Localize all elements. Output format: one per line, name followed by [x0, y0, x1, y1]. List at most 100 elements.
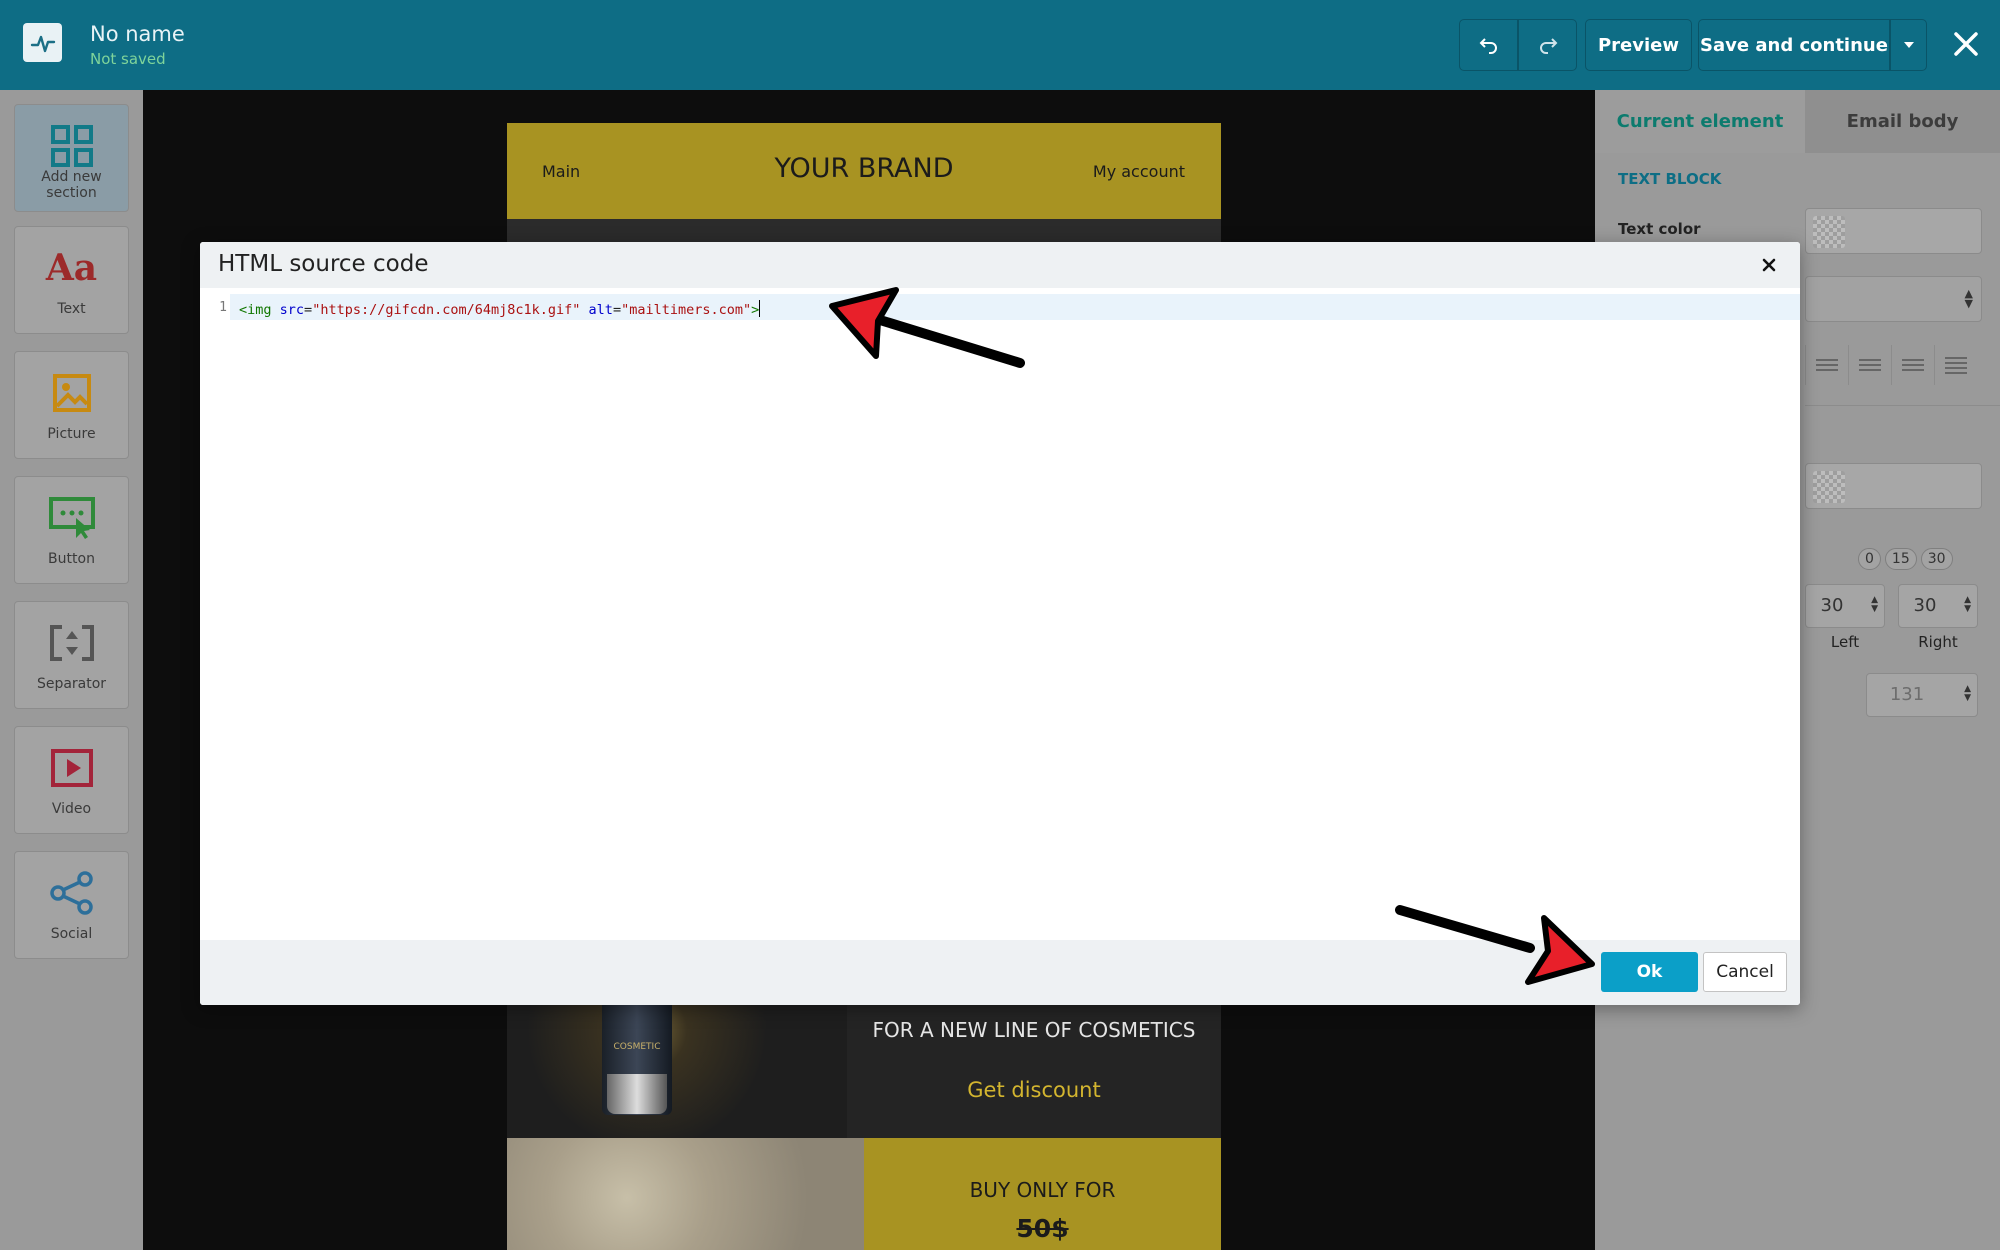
- sidebar-item-social[interactable]: Social: [14, 851, 129, 959]
- align-justify-icon: [1945, 357, 1967, 374]
- promo-title[interactable]: FOR A NEW LINE OF COSMETICS: [847, 1018, 1221, 1042]
- text-cursor: [759, 300, 761, 317]
- line-number: 1: [219, 300, 227, 315]
- align-justify-button[interactable]: [1934, 345, 1977, 385]
- transparent-swatch: [1813, 471, 1845, 503]
- padding-presets: 0 15 30: [1858, 548, 1953, 570]
- code-token-eq: =: [304, 302, 313, 318]
- sidebar-item-separator[interactable]: Separator: [14, 601, 129, 709]
- tab-current-element[interactable]: Current element: [1595, 90, 1805, 153]
- close-icon: [1954, 32, 1978, 56]
- close-icon: [1762, 258, 1776, 272]
- stepper-arrows-icon[interactable]: ▲ ▼: [1871, 596, 1878, 614]
- undo-icon: [1479, 38, 1497, 54]
- padding-right-label: Right: [1918, 633, 1958, 651]
- code-text[interactable]: <img src="https://gifcdn.com/64mj8c1k.gi…: [239, 300, 761, 318]
- dialog-footer: Ok Cancel: [200, 940, 1800, 1005]
- tab-email-body[interactable]: Email body: [1805, 90, 2000, 153]
- sidebar-item-text[interactable]: Aa Text: [14, 226, 129, 334]
- button-icon: [15, 495, 128, 541]
- panel-divider: [1805, 405, 2000, 406]
- height-value: 131: [1889, 684, 1925, 705]
- sidebar-item-label: Separator: [36, 676, 107, 692]
- align-left-icon: [1816, 359, 1838, 371]
- cancel-button[interactable]: Cancel: [1703, 952, 1787, 992]
- stepper-arrows-icon[interactable]: ▲ ▼: [1964, 685, 1971, 703]
- close-editor-button[interactable]: [1946, 24, 1986, 64]
- share-icon: [15, 870, 128, 916]
- code-token-attr: alt: [588, 302, 613, 318]
- align-right-icon: [1902, 359, 1924, 371]
- dialog-close-button[interactable]: [1756, 252, 1782, 278]
- redo-icon: [1539, 38, 1557, 54]
- sidebar-item-label: Picture: [47, 426, 96, 442]
- padding-preset-0[interactable]: 0: [1858, 548, 1881, 570]
- height-stepper[interactable]: 131 ▲ ▼: [1866, 673, 1978, 717]
- align-center-button[interactable]: [1848, 345, 1891, 385]
- section-title: TEXT BLOCK: [1618, 170, 1722, 188]
- code-token-eq: =: [612, 302, 622, 318]
- blocks-sidebar: Add new section Aa Text Picture Button S…: [0, 90, 143, 1250]
- code-editor[interactable]: 1 <img src="https://gifcdn.com/64mj8c1k.…: [200, 288, 1800, 940]
- offer-image[interactable]: [507, 1138, 864, 1250]
- line-gutter: 1: [200, 288, 230, 940]
- promo-image[interactable]: COSMETIC: [507, 1000, 847, 1138]
- offer-block[interactable]: BUY ONLY FOR 50$: [864, 1138, 1221, 1250]
- sidebar-item-label: Add new section: [41, 169, 102, 201]
- padding-right-stepper[interactable]: 30 ▲ ▼: [1898, 584, 1978, 628]
- padding-preset-30[interactable]: 30: [1920, 548, 1953, 570]
- stepper-arrows-icon[interactable]: ▲ ▼: [1964, 596, 1971, 614]
- save-status: Not saved: [90, 50, 166, 68]
- picture-icon: [15, 370, 128, 416]
- code-token-attr: src: [279, 302, 305, 318]
- save-options-dropdown[interactable]: [1890, 19, 1927, 71]
- redo-button[interactable]: [1518, 19, 1577, 71]
- align-left-button[interactable]: [1805, 345, 1848, 385]
- grid-icon: [15, 123, 128, 169]
- background-color-picker[interactable]: [1805, 463, 1982, 509]
- email-promo-block[interactable]: COSMETIC FOR A NEW LINE OF COSMETICS Get…: [507, 1000, 1221, 1138]
- offer-price[interactable]: 50$: [864, 1214, 1221, 1243]
- promo-discount-link[interactable]: Get discount: [847, 1078, 1221, 1102]
- separator-icon: [15, 620, 128, 666]
- sidebar-item-label: Button: [48, 551, 95, 567]
- padding-right-value: 30: [1913, 595, 1937, 616]
- align-right-button[interactable]: [1891, 345, 1934, 385]
- padding-left-value: 30: [1820, 595, 1844, 616]
- alignment-group: [1805, 345, 1985, 385]
- code-token-string: "mailtimers.com": [621, 302, 752, 318]
- sidebar-item-video[interactable]: Video: [14, 726, 129, 834]
- chevron-down-icon: [1903, 42, 1914, 48]
- code-token-string: "https://gifcdn.com/64mj8c1k.gif": [312, 302, 581, 318]
- code-token-tag: >: [751, 302, 760, 318]
- email-header-block[interactable]: Main YOUR BRAND My account: [507, 123, 1221, 219]
- code-token-tag: <img: [239, 302, 272, 318]
- active-code-line[interactable]: <img src="https://gifcdn.com/64mj8c1k.gi…: [230, 294, 1800, 320]
- padding-left-label: Left: [1830, 633, 1860, 651]
- sidebar-item-label: Text: [57, 301, 86, 317]
- undo-button[interactable]: [1459, 19, 1518, 71]
- transparent-swatch: [1813, 216, 1845, 248]
- document-name[interactable]: No name: [90, 22, 185, 46]
- text-color-picker[interactable]: [1805, 208, 1982, 254]
- preview-button[interactable]: Preview: [1585, 19, 1692, 71]
- font-select[interactable]: ▲ ▼: [1805, 276, 1982, 322]
- html-source-dialog: HTML source code 1 <img src="https://gif…: [200, 242, 1800, 1005]
- video-icon: [15, 745, 128, 791]
- save-and-continue-button[interactable]: Save and continue: [1698, 19, 1890, 71]
- dialog-header: HTML source code: [200, 242, 1800, 288]
- properties-tabs: Current element Email body: [1595, 90, 2000, 153]
- bottle-cap: [607, 1074, 667, 1114]
- offer-label[interactable]: BUY ONLY FOR: [864, 1178, 1221, 1202]
- email-nav-account[interactable]: My account: [1093, 162, 1185, 181]
- text-color-label: Text color: [1618, 220, 1701, 238]
- sidebar-item-picture[interactable]: Picture: [14, 351, 129, 459]
- top-toolbar: No name Not saved Preview Save and conti…: [0, 0, 2000, 90]
- ok-button[interactable]: Ok: [1601, 952, 1698, 992]
- dialog-title: HTML source code: [218, 251, 429, 277]
- sidebar-item-add-section[interactable]: Add new section: [14, 104, 129, 212]
- pulse-icon[interactable]: [23, 23, 62, 62]
- padding-preset-15[interactable]: 15: [1884, 548, 1917, 570]
- padding-left-stepper[interactable]: 30 ▲ ▼: [1805, 584, 1885, 628]
- sidebar-item-button[interactable]: Button: [14, 476, 129, 584]
